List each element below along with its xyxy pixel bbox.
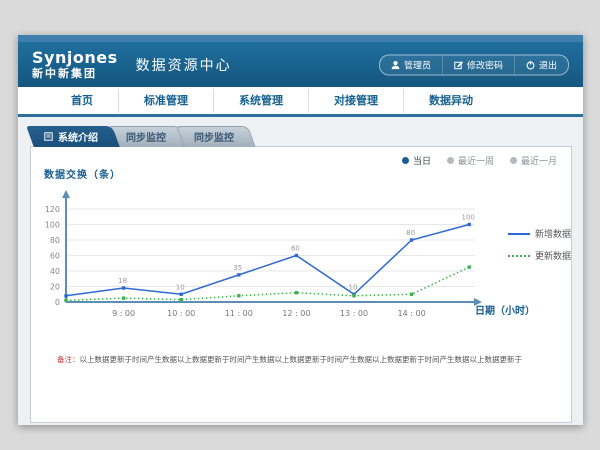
svg-text:35: 35 <box>233 264 242 272</box>
brand-logo-english: Synjones <box>32 50 118 66</box>
change-password-label: 修改密码 <box>467 58 503 71</box>
svg-text:9 : 00: 9 : 00 <box>112 309 135 318</box>
svg-text:100: 100 <box>45 221 60 230</box>
x-axis-title: 日期（小时） <box>475 302 535 317</box>
nav-item-interface-mgmt[interactable]: 对接管理 <box>308 89 403 113</box>
nav-item-standard-mgmt[interactable]: 标准管理 <box>118 89 213 113</box>
svg-text:60: 60 <box>291 245 300 253</box>
tab-system-intro[interactable]: 系统介绍 <box>30 126 116 147</box>
tab-label: 同步监控 <box>126 129 166 144</box>
user-icon <box>391 60 400 69</box>
legend-swatch <box>508 233 530 235</box>
power-icon <box>526 60 535 69</box>
tab-sync-monitor-2[interactable]: 同步监控 <box>180 126 252 147</box>
svg-text:14 : 00: 14 : 00 <box>398 309 426 318</box>
app-window: Synjones 新中新集团 数据资源中心 管理员 修改 <box>18 35 583 425</box>
svg-text:60: 60 <box>50 252 60 261</box>
nav-item-data-change[interactable]: 数据异动 <box>403 89 498 113</box>
legend-label: 新增数据 <box>535 227 571 240</box>
svg-text:12 : 00: 12 : 00 <box>282 309 310 318</box>
svg-text:80: 80 <box>406 229 415 237</box>
main-nav: 首页 标准管理 系统管理 对接管理 数据异动 <box>18 87 583 117</box>
document-icon <box>44 132 53 141</box>
nav-item-home[interactable]: 首页 <box>46 89 118 113</box>
user-menu: 管理员 修改密码 退出 <box>379 54 569 75</box>
svg-text:20: 20 <box>50 283 60 292</box>
grid-group: 0 20 40 60 80 100 120 <box>45 205 475 307</box>
footnote-text: 以上数据更新于时间产生数据以上数据更新于时间产生数据以上数据更新于时间产生数据以… <box>80 355 523 364</box>
x-tick-labels: 9 : 00 10 : 00 11 : 00 12 : 00 13 : 00 14 : 0… <box>112 309 426 318</box>
logout-button[interactable]: 退出 <box>514 55 568 74</box>
page-background: Synjones 新中新集团 数据资源中心 管理员 修改 <box>0 0 600 450</box>
brand-logo: Synjones 新中新集团 <box>32 50 118 79</box>
nav-item-system-mgmt[interactable]: 系统管理 <box>213 89 308 113</box>
svg-text:40: 40 <box>50 267 60 276</box>
chart-panel: 当日最近一周最近一月 数据交换（条） 0204060801001209 : 00… <box>30 146 572 423</box>
logout-label: 退出 <box>539 58 557 71</box>
svg-text:13 : 00: 13 : 00 <box>340 309 368 318</box>
footnote-prefix: 备注： <box>57 355 80 364</box>
legend-item: 新增数据 <box>508 227 571 240</box>
app-header: Synjones 新中新集团 数据资源中心 管理员 修改 <box>18 42 583 87</box>
window-top-strip <box>18 35 583 42</box>
svg-text:10 : 00: 10 : 00 <box>167 309 195 318</box>
svg-text:18: 18 <box>118 277 127 285</box>
series-legend: 新增数据更新数据 <box>508 227 571 262</box>
tab-sync-monitor-1[interactable]: 同步监控 <box>112 126 184 147</box>
svg-text:11 : 00: 11 : 00 <box>225 309 253 318</box>
tab-label: 系统介绍 <box>58 129 98 144</box>
admin-user-button[interactable]: 管理员 <box>380 55 442 74</box>
svg-text:10: 10 <box>349 283 358 291</box>
svg-text:120: 120 <box>45 205 60 214</box>
legend-label: 更新数据 <box>535 249 571 262</box>
svg-text:10: 10 <box>176 283 185 291</box>
svg-text:100: 100 <box>462 214 475 222</box>
brand-logo-chinese: 新中新集团 <box>32 68 118 79</box>
svg-text:80: 80 <box>50 236 60 245</box>
legend-item: 更新数据 <box>508 249 571 262</box>
content-area: 系统介绍 同步监控 同步监控 当日最近一周最近一月 数据交换（条） 020406… <box>18 117 583 425</box>
admin-user-label: 管理员 <box>404 58 431 71</box>
edit-icon <box>454 60 463 69</box>
change-password-button[interactable]: 修改密码 <box>442 55 514 74</box>
tab-bar: 系统介绍 同步监控 同步监控 <box>30 126 252 147</box>
app-title: 数据资源中心 <box>136 55 232 75</box>
footnote: 备注：以上数据更新于时间产生数据以上数据更新于时间产生数据以上数据更新于时间产生… <box>57 354 563 365</box>
svg-text:0: 0 <box>55 298 60 307</box>
chart-svg: 0 20 40 60 80 100 120 9 : 00 10 : 00 11 : 00 12 : … <box>31 147 571 347</box>
tab-label: 同步监控 <box>194 129 234 144</box>
legend-swatch <box>508 255 530 257</box>
